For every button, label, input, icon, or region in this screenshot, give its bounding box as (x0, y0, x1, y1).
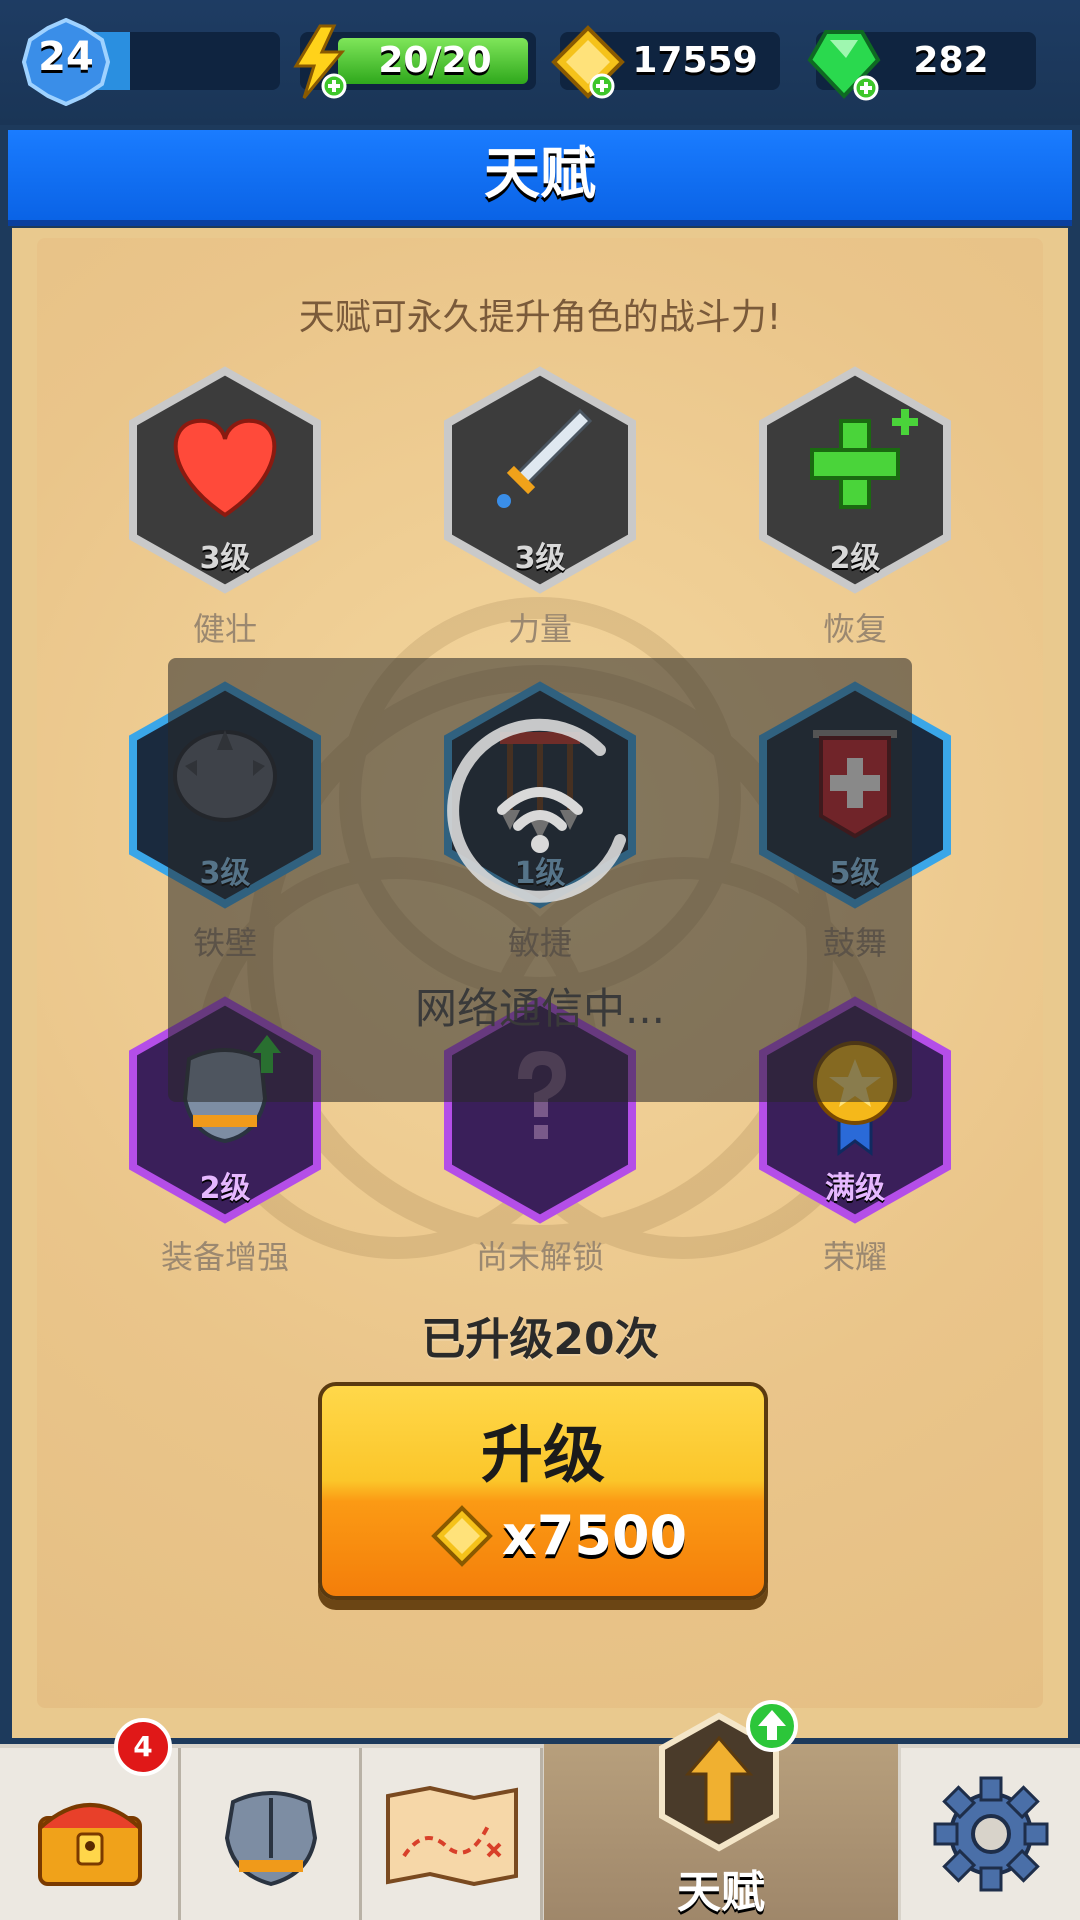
gold-coin-icon (431, 1505, 493, 1567)
gold-amount: 17559 (632, 40, 758, 81)
talent-name: 健壮 (192, 610, 257, 648)
gear-icon (933, 1776, 1049, 1892)
panel-subtitle: 天赋可永久提升角色的战斗力! (298, 297, 782, 338)
upgrade-button-label: 升级 (480, 1418, 605, 1491)
page-title: 天赋 (484, 142, 596, 207)
upgrade-button[interactable]: 升级 x7500 (318, 1382, 768, 1600)
talent-name: 恢复 (822, 610, 887, 648)
talent-level: 3级 (199, 541, 251, 576)
talent-level: 2级 (199, 1171, 251, 1206)
talent-name: 力量 (507, 610, 572, 648)
title-band: 天赋 (8, 130, 1072, 226)
map-icon (386, 1786, 518, 1886)
upgrade-cost: x7500 (502, 1504, 688, 1567)
tab-map[interactable] (362, 1748, 543, 1920)
talent-level: 2级 (829, 541, 881, 576)
talent-level: 满级 (825, 1171, 885, 1206)
upgrade-arrow-icon (746, 1700, 798, 1752)
player-level: 24 (38, 34, 94, 80)
chest-badge: 4 (114, 1718, 172, 1776)
talent-2[interactable]: 3级 (440, 365, 640, 595)
upgrade-count: 已升级20次 (421, 1314, 659, 1365)
gem-amount: 282 (913, 40, 989, 81)
chest-icon (38, 1803, 142, 1886)
loading-text: 网络通信中... (414, 984, 666, 1033)
talent-1[interactable]: 3级 (125, 365, 325, 595)
talent-name: 尚未解锁 (475, 1238, 604, 1276)
talent-name: 荣耀 (822, 1238, 887, 1276)
talent-level: 3级 (514, 541, 566, 576)
tab-talent-label: 天赋 (677, 1867, 765, 1918)
loading-spinner-icon (447, 718, 626, 903)
energy-text: 20/20 (378, 40, 492, 81)
tab-settings[interactable] (901, 1748, 1080, 1920)
talent-name: 装备增强 (160, 1238, 289, 1276)
tab-equipment[interactable] (181, 1748, 362, 1920)
talent-3[interactable]: 2级 (755, 365, 955, 595)
armor-icon (224, 1791, 318, 1887)
